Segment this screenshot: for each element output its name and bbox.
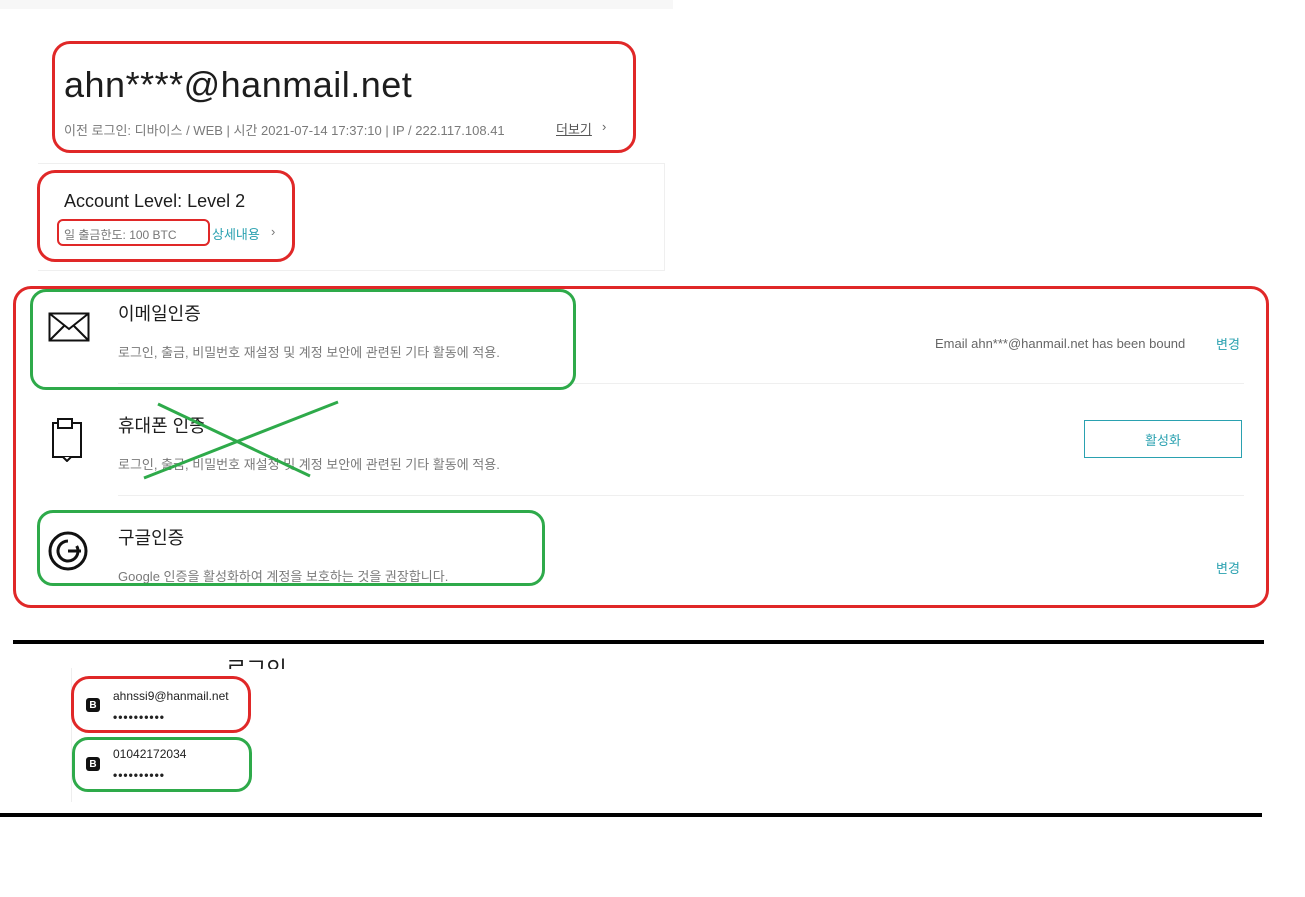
annotation-green-box <box>37 510 545 586</box>
annotation-green-box <box>30 289 576 390</box>
annotation-green-box <box>72 737 252 792</box>
annotation-red-box <box>57 219 210 246</box>
annotation-red-box <box>52 41 636 153</box>
annotation-cross-mark <box>140 398 342 482</box>
annotation-red-box <box>37 170 295 262</box>
top-strip <box>0 0 673 9</box>
annotation-separator-line <box>0 813 1262 817</box>
annotation-separator-line <box>13 640 1264 644</box>
login-heading: 로그인 <box>226 652 287 669</box>
annotation-red-box <box>71 676 251 733</box>
